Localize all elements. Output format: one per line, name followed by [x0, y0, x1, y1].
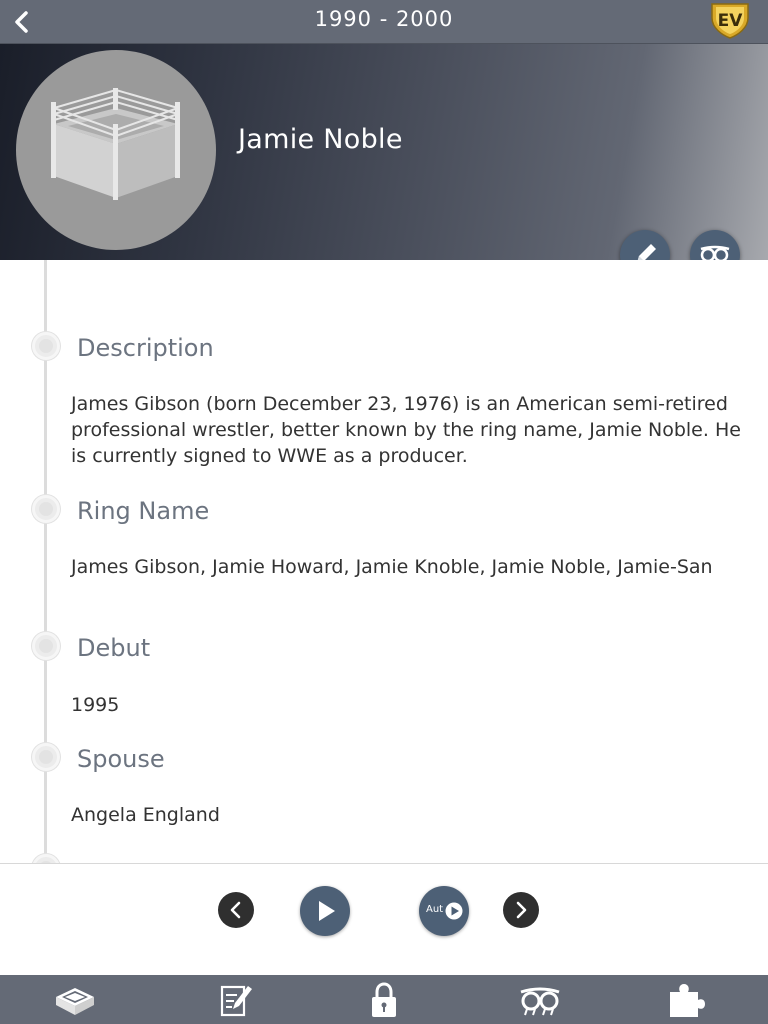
profile-header: Jamie Noble	[0, 44, 768, 260]
timeline-dot	[32, 632, 60, 660]
top-nav-bar: 1990 - 2000 EV	[0, 0, 768, 44]
section-text: 1995	[71, 694, 120, 716]
previous-button[interactable]	[218, 892, 254, 928]
page-title: 1990 - 2000	[314, 7, 454, 31]
wrestling-ring-icon	[51, 88, 180, 200]
autoplay-icon	[445, 902, 463, 920]
autoplay-label: Aut	[426, 904, 444, 915]
tab-ring[interactable]	[53, 981, 97, 1019]
section-title: Description	[77, 334, 214, 362]
glasses-icon	[520, 987, 560, 1016]
logo-text: EV	[718, 11, 744, 31]
ring-icon	[56, 988, 94, 1015]
section-title: Ring Name	[77, 497, 210, 525]
avatar	[16, 50, 216, 250]
section-text: James Gibson (born December 23, 1976) is…	[71, 393, 741, 467]
profile-details[interactable]: Description James Gibson (born December …	[0, 260, 768, 863]
ev-logo-icon: EV	[711, 3, 749, 39]
notes-icon	[220, 985, 252, 1017]
chevron-left-icon	[230, 901, 241, 919]
timeline-dot	[32, 854, 60, 863]
chevron-right-icon	[516, 901, 527, 919]
section-title: Debut	[77, 634, 151, 662]
play-icon	[319, 901, 335, 921]
app-logo[interactable]: EV	[708, 0, 752, 40]
timeline-dot	[32, 332, 60, 360]
section-title: Spouse	[77, 745, 165, 773]
section-text: James Gibson, Jamie Howard, Jamie Knoble…	[71, 556, 713, 578]
tab-notes[interactable]	[213, 981, 257, 1019]
timeline-dot	[32, 743, 60, 771]
next-button[interactable]	[503, 892, 539, 928]
tab-glasses[interactable]	[518, 981, 562, 1019]
tab-puzzle[interactable]	[664, 981, 708, 1019]
autoplay-button[interactable]: Aut	[419, 886, 469, 936]
lock-icon	[372, 982, 396, 1017]
bottom-tab-bar	[0, 975, 768, 1024]
profile-name: Jamie Noble	[238, 124, 403, 155]
puzzle-icon	[670, 984, 705, 1017]
playback-controls: Aut	[0, 863, 768, 975]
tab-lock[interactable]	[362, 981, 406, 1019]
play-button[interactable]	[300, 886, 350, 936]
timeline-dot	[32, 495, 60, 523]
section-text: Angela England	[71, 804, 220, 826]
